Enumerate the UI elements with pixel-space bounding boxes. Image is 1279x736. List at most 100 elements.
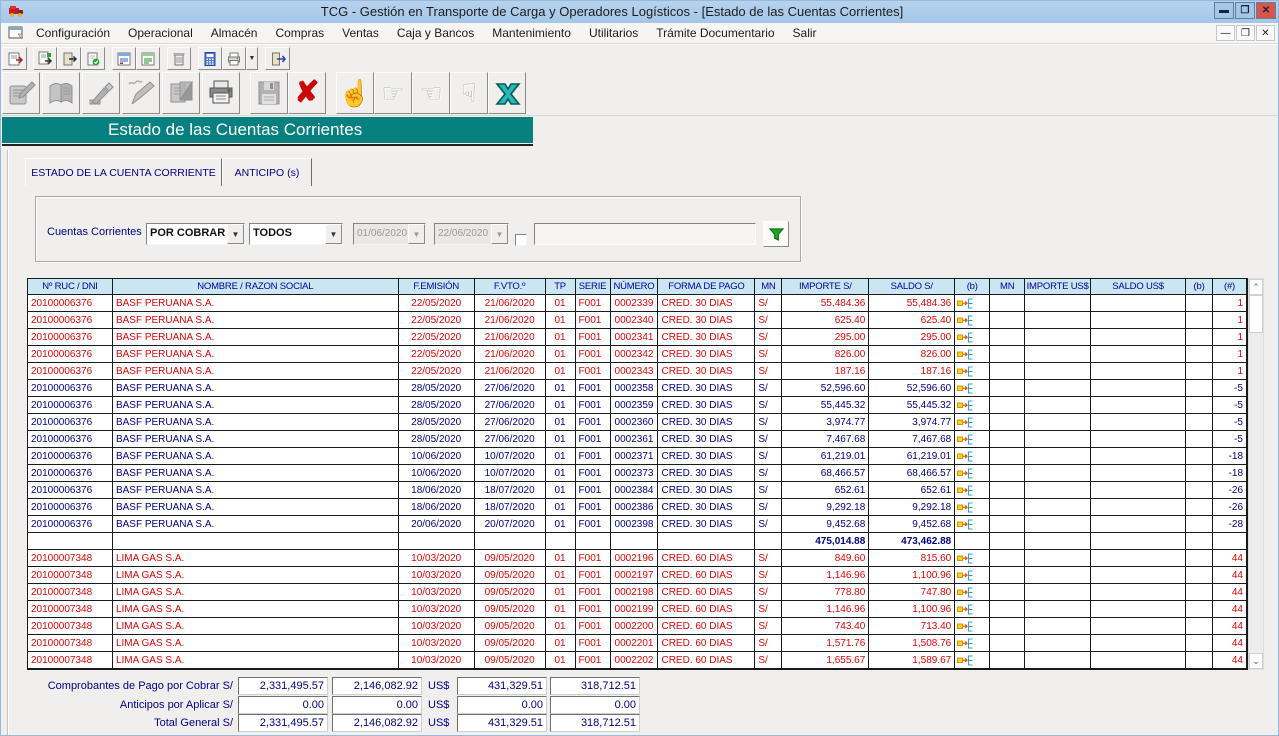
menu-operacional[interactable]: Operacional [119, 23, 202, 43]
scrollbar-thumb[interactable] [1249, 295, 1263, 333]
column-header[interactable]: F.EMISIÓN [399, 279, 475, 295]
column-header[interactable]: NÚMERO [611, 279, 659, 295]
minimize-button[interactable]: ▬ [1214, 2, 1234, 19]
form-menu-icon[interactable] [8, 26, 24, 40]
search-input[interactable] [534, 223, 756, 245]
scroll-down-button[interactable]: ⌄ [1249, 653, 1263, 669]
menu-compras[interactable]: Compras [266, 23, 333, 43]
menu-utilitarios[interactable]: Utilitarios [580, 23, 647, 43]
next-record-icon: ☞ [381, 78, 404, 109]
cell: S/ [755, 346, 782, 363]
table-row[interactable]: 20100006376BASF PERUANA S.A.22/05/202021… [28, 346, 1247, 363]
table-row[interactable]: 20100006376BASF PERUANA S.A.20/06/202020… [28, 516, 1247, 533]
mdi-close-button[interactable]: ✕ [1256, 25, 1275, 41]
cell: -26 [1213, 482, 1247, 499]
scope-combo[interactable]: TODOS▼ [249, 223, 343, 245]
cell [955, 431, 990, 448]
mdi-restore-button[interactable]: ❐ [1236, 25, 1255, 41]
menu-mantenimiento[interactable]: Mantenimiento [483, 23, 580, 43]
menu-configuraci-n[interactable]: Configuración [27, 23, 119, 43]
table-row[interactable]: 20100006376BASF PERUANA S.A.18/06/202018… [28, 499, 1247, 516]
table-row[interactable]: 20100007348LIMA GAS S.A.10/03/202009/05/… [28, 584, 1247, 601]
document-check-button[interactable] [81, 47, 105, 70]
chevron-down-icon[interactable]: ▼ [325, 224, 342, 244]
table-row[interactable]: 20100006376BASF PERUANA S.A.28/05/202027… [28, 397, 1247, 414]
close-button[interactable]: ✕ [1256, 2, 1276, 19]
table-row[interactable]: 20100006376BASF PERUANA S.A.28/05/202027… [28, 380, 1247, 397]
restore-button[interactable]: ❐ [1235, 2, 1255, 19]
table-row[interactable]: 20100007348LIMA GAS S.A.10/03/202009/05/… [28, 550, 1247, 567]
column-header[interactable]: F.VTO.º [475, 279, 546, 295]
column-header[interactable]: FORMA DE PAGO [658, 279, 755, 295]
cell: F001 [576, 414, 611, 431]
table-row[interactable]: 20100006376BASF PERUANA S.A.22/05/202021… [28, 329, 1247, 346]
printer-dropdown-button[interactable]: ▼ [246, 47, 258, 70]
report-arrow-button[interactable] [33, 47, 57, 70]
trash-button[interactable] [167, 47, 191, 70]
chevron-down-icon[interactable]: ▼ [227, 224, 244, 244]
table-row[interactable]: 20100006376BASF PERUANA S.A.10/06/202010… [28, 448, 1247, 465]
form-blue-button[interactable] [112, 47, 136, 70]
applied-doc-icon [957, 400, 973, 411]
search-checkbox[interactable] [515, 234, 527, 246]
table-row[interactable]: 20100006376BASF PERUANA S.A.28/05/202027… [28, 414, 1247, 431]
subtotal-row[interactable]: 475,014.88473,462.88 [28, 533, 1247, 550]
column-header[interactable]: SERIE [576, 279, 611, 295]
column-header[interactable]: TP [546, 279, 576, 295]
column-header[interactable]: (b) [1186, 279, 1213, 295]
export-excel-button[interactable] [488, 72, 526, 114]
vertical-scrollbar[interactable]: ⌃ ⌄ [1248, 278, 1264, 670]
table-row[interactable]: 20100006376BASF PERUANA S.A.22/05/202021… [28, 295, 1247, 312]
mdi-minimize-button[interactable]: — [1216, 25, 1235, 41]
apply-filter-button[interactable] [763, 221, 789, 247]
column-header[interactable]: SALDO S/ [869, 279, 955, 295]
table-row[interactable]: 20100006376BASF PERUANA S.A.22/05/202021… [28, 312, 1247, 329]
column-header[interactable]: NOMBRE / RAZON SOCIAL [113, 279, 399, 295]
column-header[interactable]: IMPORTE S/ [782, 279, 869, 295]
column-header[interactable]: (#) [1213, 279, 1247, 295]
column-header[interactable]: IMPORTE US$ [1025, 279, 1091, 295]
table-row[interactable]: 20100007348LIMA GAS S.A.10/03/202009/05/… [28, 618, 1247, 635]
tab-estado-cuenta-corriente[interactable]: ESTADO DE LA CUENTA CORRIENTE [25, 158, 222, 186]
cell: 652.61 [782, 482, 869, 499]
table-row[interactable]: 20100006376BASF PERUANA S.A.18/06/202018… [28, 482, 1247, 499]
menu-tr-mite-documentario[interactable]: Trámite Documentario [647, 23, 783, 43]
cell [1186, 499, 1213, 516]
table-row[interactable]: 20100007348LIMA GAS S.A.10/03/202009/05/… [28, 652, 1247, 669]
column-header[interactable]: MN [755, 279, 782, 295]
column-header[interactable]: SALDO US$ [1091, 279, 1186, 295]
table-row[interactable]: 20100006376BASF PERUANA S.A.10/06/202010… [28, 465, 1247, 482]
cell: 10/07/2020 [475, 465, 546, 482]
cell: S/ [755, 482, 782, 499]
table-row[interactable]: 20100007348LIMA GAS S.A.10/03/202009/05/… [28, 635, 1247, 652]
exit-door-button[interactable] [265, 47, 290, 70]
tab-anticipos[interactable]: ANTICIPO (s) [222, 158, 312, 186]
column-header[interactable]: (b) [955, 279, 990, 295]
form-green-button[interactable] [136, 47, 160, 70]
column-header[interactable]: Nº RUC / DNI [28, 279, 113, 295]
menu-caja-y-bancos[interactable]: Caja y Bancos [388, 23, 483, 43]
cell: CRED. 30 DIAS [658, 295, 755, 312]
exit-form-button[interactable] [2, 47, 27, 70]
table-row[interactable]: 20100007348LIMA GAS S.A.10/03/202009/05/… [28, 567, 1247, 584]
door-in-icon [61, 51, 77, 67]
cell [113, 533, 399, 550]
menu-salir[interactable]: Salir [784, 23, 826, 43]
printer-button[interactable] [222, 47, 246, 70]
delete-record-button[interactable]: ✘ [288, 72, 326, 114]
column-header[interactable]: MN [990, 279, 1025, 295]
cell [1186, 448, 1213, 465]
scroll-up-button[interactable]: ⌃ [1249, 279, 1263, 295]
door-in-button[interactable] [57, 47, 81, 70]
table-row[interactable]: 20100006376BASF PERUANA S.A.22/05/202021… [28, 363, 1247, 380]
cell [1186, 516, 1213, 533]
calculator-button[interactable] [198, 47, 222, 70]
menu-ventas[interactable]: Ventas [333, 23, 388, 43]
menu-almac-n[interactable]: Almacén [202, 23, 267, 43]
table-row[interactable]: 20100006376BASF PERUANA S.A.28/05/202027… [28, 431, 1247, 448]
print-button[interactable] [202, 72, 240, 114]
cell: S/ [755, 550, 782, 567]
table-row[interactable]: 20100007348LIMA GAS S.A.10/03/202009/05/… [28, 601, 1247, 618]
comprobantes-por-cobrar-importe-soles: 2,331,495.57 [238, 677, 328, 695]
account-type-combo[interactable]: POR COBRAR▼ [146, 223, 245, 245]
